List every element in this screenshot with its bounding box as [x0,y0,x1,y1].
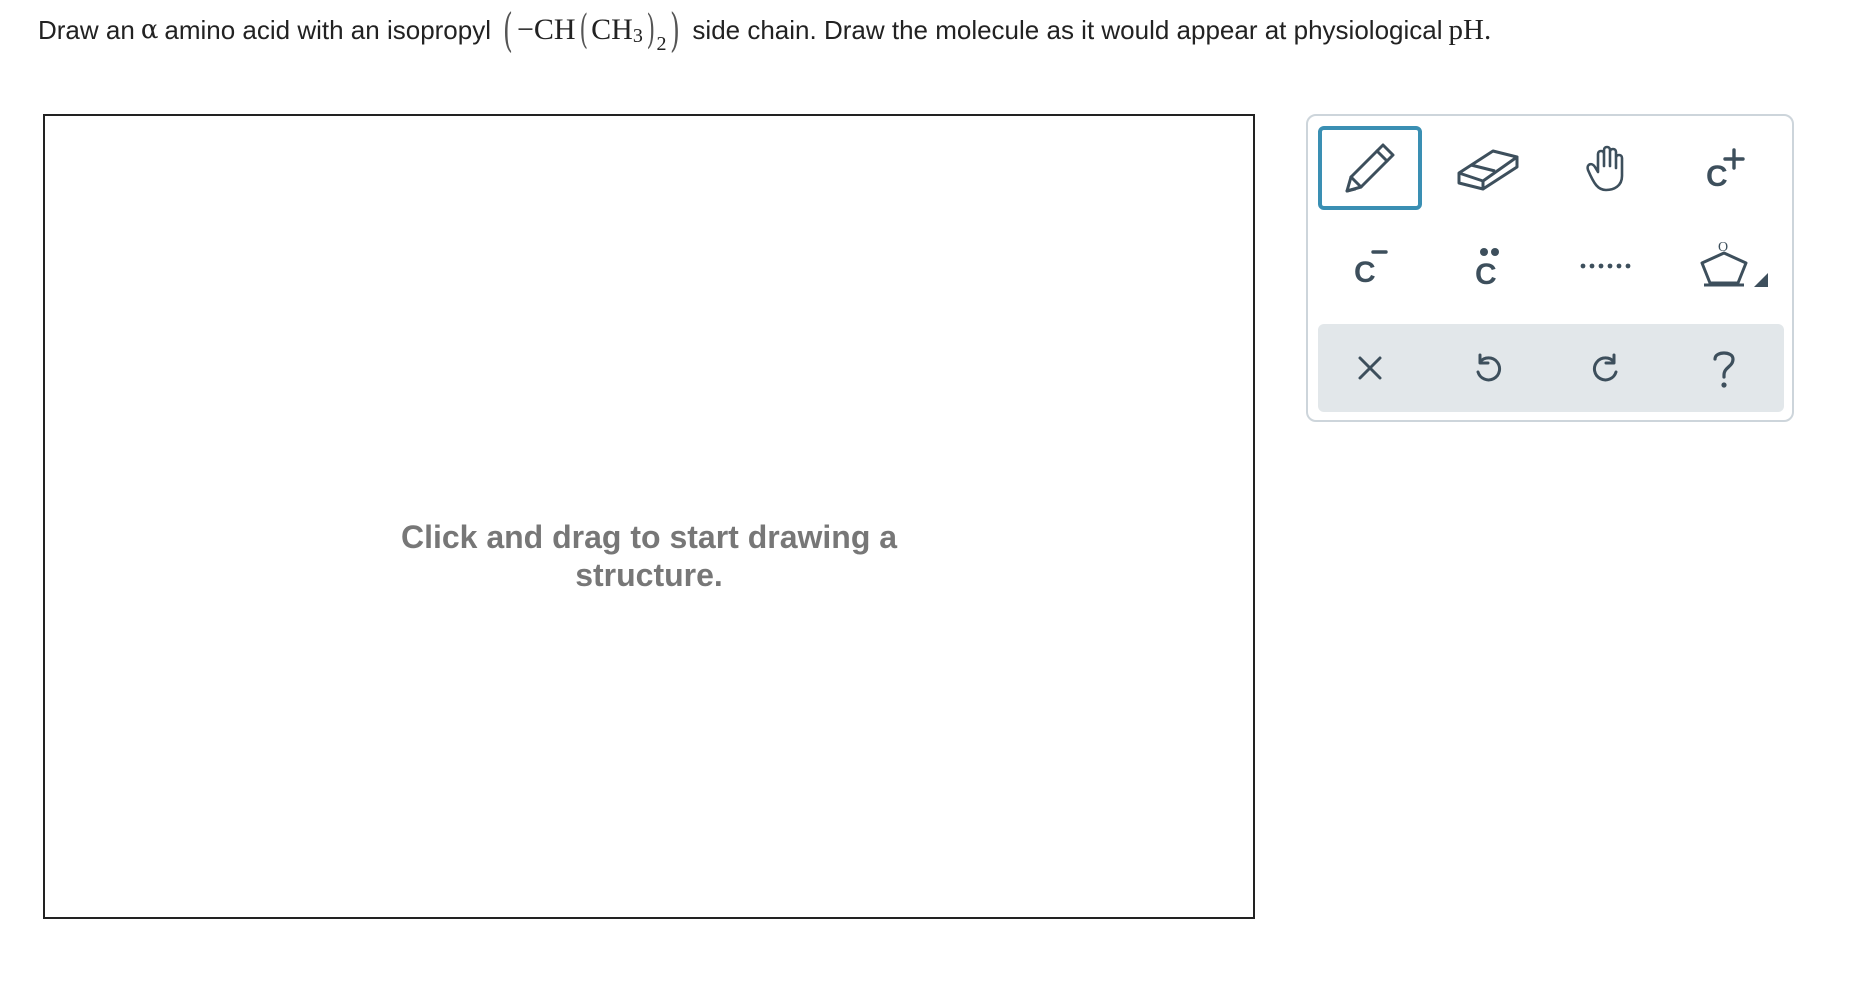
dotted-bond-icon [1580,263,1631,269]
svg-text:C: C [1475,258,1497,291]
ring-template-tool-button[interactable]: O [1672,224,1776,308]
undo-button[interactable] [1436,326,1540,410]
lone-pair-icon: C [1475,248,1499,291]
clear-button[interactable] [1318,326,1422,410]
question-text: Draw an α amino acid with an isopropyl (… [38,0,1491,60]
question-part-1: Draw an [38,14,135,45]
ring-template-icon: O [1700,240,1768,287]
formula-subscript-2: 2 [656,32,667,55]
question-part-2: amino acid with an isopropyl [164,14,492,45]
redo-icon [1592,353,1618,382]
dotted-bond-tool-button[interactable] [1554,224,1658,308]
canvas-hint-line-1: Click and drag to start drawing a [400,519,898,555]
help-icon [1713,351,1735,388]
canvas-hint-line-2: structure. [575,557,723,593]
eraser-tool-button[interactable] [1436,126,1540,210]
formula-main: −CH [516,13,576,46]
redo-button[interactable] [1554,326,1658,410]
canvas-hint: Click and drag to start drawing a struct… [45,518,1253,594]
pencil-icon [1345,143,1395,193]
carbocation-icon: C [1706,148,1745,193]
hand-icon [1586,145,1624,192]
undo-icon [1476,353,1502,382]
alpha-symbol: α [140,15,159,45]
eraser-icon [1457,149,1519,191]
isopropyl-formula: ( −CH ( CH 3 ) 2 ) [503,3,681,57]
formula-inner: CH [591,13,633,46]
carbocation-tool-button[interactable]: C [1672,126,1776,210]
drawing-canvas[interactable]: Click and drag to start drawing a struct… [43,114,1255,919]
tool-palette: C C C O [1306,114,1794,422]
svg-text:C: C [1354,256,1376,289]
carbanion-icon: C [1354,250,1388,289]
question-part-3: side chain. Draw the molecule as it woul… [692,14,1443,45]
ph-label: pH. [1448,13,1492,46]
help-button[interactable] [1672,326,1776,410]
svg-text:C: C [1706,160,1728,193]
carbanion-tool-button[interactable]: C [1318,224,1422,308]
lone-pair-tool-button[interactable]: C [1436,224,1540,308]
hand-tool-button[interactable] [1554,126,1658,210]
action-bar [1318,324,1784,412]
clear-icon [1358,356,1382,380]
pencil-tool-button[interactable] [1318,126,1422,210]
formula-subscript-3: 3 [632,24,643,47]
